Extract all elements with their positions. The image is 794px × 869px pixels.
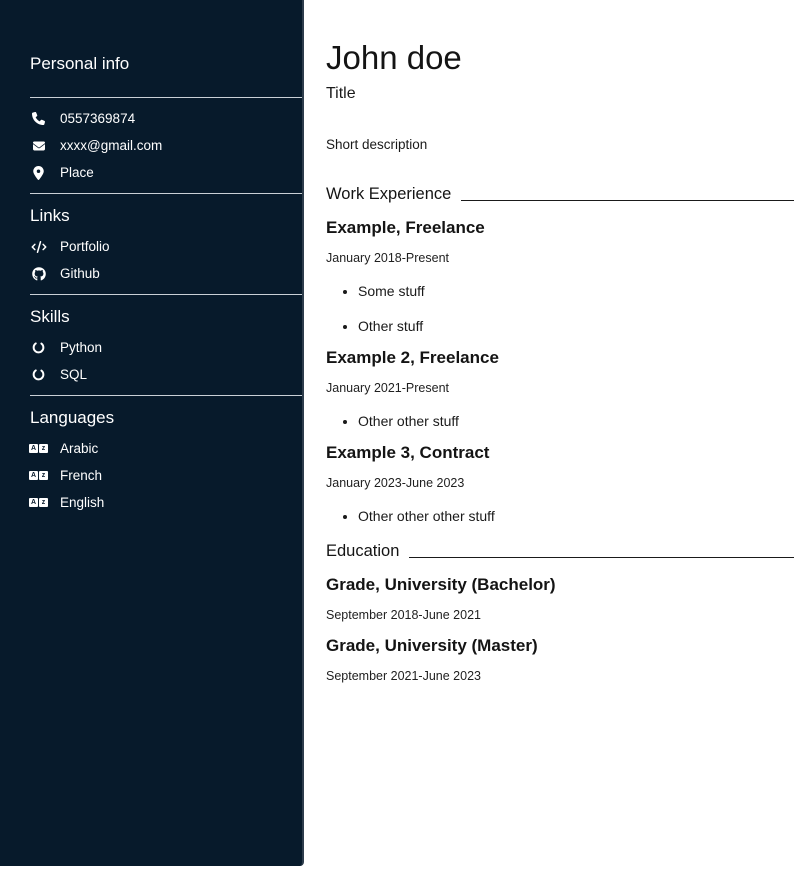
job-title: Example, Freelance xyxy=(326,218,794,238)
skill-python: Python xyxy=(30,339,302,356)
github-link-label[interactable]: Github xyxy=(60,266,100,281)
resume-main: John doe Title Short description Work Ex… xyxy=(306,0,794,869)
links-list: Portfolio Github xyxy=(30,238,302,282)
location-pin-icon xyxy=(30,166,47,180)
language-icon: Az xyxy=(30,498,47,507)
contact-phone-row: 0557369874 xyxy=(30,110,302,127)
candidate-name: John doe xyxy=(326,40,794,76)
contact-place-row: Place xyxy=(30,164,302,181)
contact-email-row: xxxx@gmail.com xyxy=(30,137,302,154)
job-bullet: Other stuff xyxy=(358,318,794,334)
language-label: Arabic xyxy=(60,441,98,456)
work-experience-section-title: Work Experience xyxy=(326,185,794,204)
skills-heading: Skills xyxy=(30,307,302,327)
links-heading: Links xyxy=(30,206,302,226)
job-title: Example 3, Contract xyxy=(326,443,794,463)
job-bullet: Other other other stuff xyxy=(358,508,794,524)
sidebar: Personal info 0557369874 xxxx@gmail.com … xyxy=(0,0,304,866)
language-arabic: Az Arabic xyxy=(30,440,302,457)
code-icon xyxy=(30,241,47,253)
section-rule xyxy=(409,557,794,558)
languages-heading: Languages xyxy=(30,408,302,428)
education-period: September 2021-June 2023 xyxy=(326,669,794,683)
skill-label: SQL xyxy=(60,367,87,382)
skill-sql: SQL xyxy=(30,366,302,383)
circle-notch-icon xyxy=(30,368,47,381)
job-period: January 2021-Present xyxy=(326,381,794,395)
sidebar-divider xyxy=(30,97,302,98)
language-icon: Az xyxy=(30,471,47,480)
short-description: Short description xyxy=(326,137,794,152)
job-title: Example 2, Freelance xyxy=(326,348,794,368)
envelope-icon xyxy=(30,140,47,152)
github-icon xyxy=(30,267,47,281)
portfolio-link-label[interactable]: Portfolio xyxy=(60,239,110,254)
link-portfolio[interactable]: Portfolio xyxy=(30,238,302,255)
job-bullets: Other other stuff xyxy=(326,413,794,429)
language-label: English xyxy=(60,495,104,510)
job-period: January 2023-June 2023 xyxy=(326,476,794,490)
sidebar-divider xyxy=(30,294,302,295)
section-rule xyxy=(461,200,794,201)
candidate-title: Title xyxy=(326,85,794,103)
sidebar-divider xyxy=(30,395,302,396)
education-period: September 2018-June 2021 xyxy=(326,608,794,622)
personal-info-heading: Personal info xyxy=(30,54,302,74)
job-bullet: Other other stuff xyxy=(358,413,794,429)
education-section-title: Education xyxy=(326,542,794,561)
language-label: French xyxy=(60,468,102,483)
language-icon: Az xyxy=(30,444,47,453)
personal-info-list: 0557369874 xxxx@gmail.com Place xyxy=(30,110,302,181)
job-bullets: Other other other stuff xyxy=(326,508,794,524)
job-period: January 2018-Present xyxy=(326,251,794,265)
language-english: Az English xyxy=(30,494,302,511)
phone-icon xyxy=(30,112,47,125)
skill-label: Python xyxy=(60,340,102,355)
job-bullet: Some stuff xyxy=(358,283,794,299)
circle-notch-icon xyxy=(30,341,47,354)
email-address: xxxx@gmail.com xyxy=(60,138,162,153)
skills-list: Python SQL xyxy=(30,339,302,383)
place-label: Place xyxy=(60,165,94,180)
phone-number: 0557369874 xyxy=(60,111,135,126)
job-bullets: Some stuff Other stuff xyxy=(326,283,794,334)
link-github[interactable]: Github xyxy=(30,265,302,282)
language-french: Az French xyxy=(30,467,302,484)
education-title: Grade, University (Master) xyxy=(326,636,794,656)
languages-list: Az Arabic Az French Az English xyxy=(30,440,302,511)
sidebar-divider xyxy=(30,193,302,194)
work-experience-heading: Work Experience xyxy=(326,185,451,204)
education-title: Grade, University (Bachelor) xyxy=(326,575,794,595)
education-heading: Education xyxy=(326,542,399,561)
